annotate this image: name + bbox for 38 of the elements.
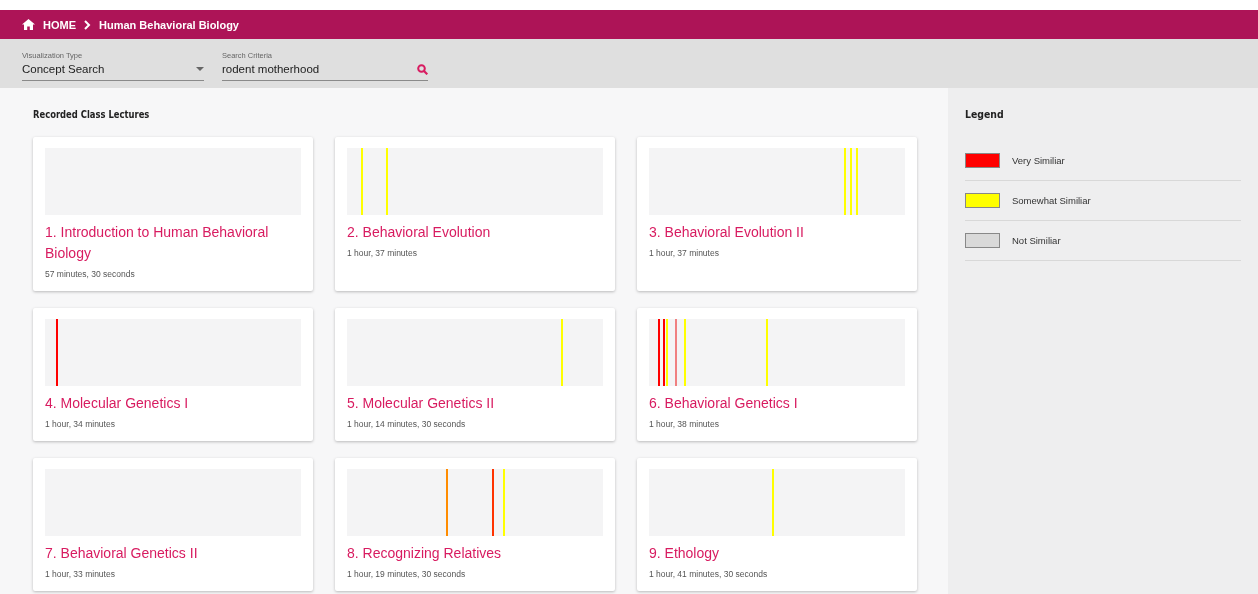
lecture-card[interactable]: 9. Ethology 1 hour, 41 minutes, 30 seconds xyxy=(637,458,917,591)
lecture-duration: 1 hour, 37 minutes xyxy=(347,248,418,258)
home-link[interactable]: HOME xyxy=(43,18,76,31)
lecture-card[interactable]: 8. Recognizing Relatives 1 hour, 19 minutes, 30 seconds xyxy=(335,458,615,591)
lecture-title[interactable]: 3. Behavioral Evolution II xyxy=(649,222,905,243)
lecture-card[interactable]: 4. Molecular Genetics I 1 hour, 34 minutes xyxy=(33,308,313,441)
lecture-title[interactable]: 9. Ethology xyxy=(649,543,905,564)
lecture-duration: 1 hour, 38 minutes xyxy=(649,419,720,429)
lecture-card[interactable]: 2. Behavioral Evolution 1 hour, 37 minutes xyxy=(335,137,615,291)
lecture-duration: 57 minutes, 30 seconds xyxy=(45,269,136,279)
lecture-title[interactable]: 5. Molecular Genetics II xyxy=(347,393,603,414)
legend-title: Legend xyxy=(965,108,1004,121)
lecture-duration: 1 hour, 34 minutes xyxy=(45,419,116,429)
lecture-title[interactable]: 7. Behavioral Genetics II xyxy=(45,543,301,564)
lecture-title[interactable]: 4. Molecular Genetics I xyxy=(45,393,301,414)
dropdown-caret-icon xyxy=(196,67,204,71)
search-icon[interactable] xyxy=(417,63,428,75)
lecture-duration: 1 hour, 14 minutes, 30 seconds xyxy=(347,419,467,429)
lecture-card[interactable]: 3. Behavioral Evolution II 1 hour, 37 minutes xyxy=(637,137,917,291)
lecture-duration: 1 hour, 19 minutes, 30 seconds xyxy=(347,569,467,579)
home-icon[interactable] xyxy=(22,19,35,30)
section-title: Recorded Class Lectures xyxy=(33,108,150,121)
legend-label: Somewhat Similiar xyxy=(1012,195,1091,206)
lecture-title[interactable]: 1. Introduction to Human Behavioral Biology xyxy=(45,222,301,264)
legend-label: Very Similiar xyxy=(1012,155,1065,166)
legend-label: Not Similiar xyxy=(1012,235,1061,246)
breadcrumb-current: Human Behavioral Biology xyxy=(99,18,239,31)
lecture-title[interactable]: 2. Behavioral Evolution xyxy=(347,222,603,243)
lecture-duration: 1 hour, 41 minutes, 30 seconds xyxy=(649,569,769,579)
lecture-duration: 1 hour, 33 minutes xyxy=(45,569,116,579)
lecture-title[interactable]: 6. Behavioral Genetics I xyxy=(649,393,905,414)
lecture-card[interactable]: 5. Molecular Genetics II 1 hour, 14 minutes, 30 seconds xyxy=(335,308,615,441)
lecture-card[interactable]: 7. Behavioral Genetics II 1 hour, 33 minutes xyxy=(33,458,313,591)
lecture-card[interactable]: 1. Introduction to Human Behavioral Biology 57 minutes, 30 seconds xyxy=(33,137,313,291)
lecture-title[interactable]: 8. Recognizing Relatives xyxy=(347,543,603,564)
chevron-icon xyxy=(84,19,91,30)
lecture-duration: 1 hour, 37 minutes xyxy=(649,248,720,258)
lecture-card[interactable]: 6. Behavioral Genetics I 1 hour, 38 minutes xyxy=(637,308,917,441)
